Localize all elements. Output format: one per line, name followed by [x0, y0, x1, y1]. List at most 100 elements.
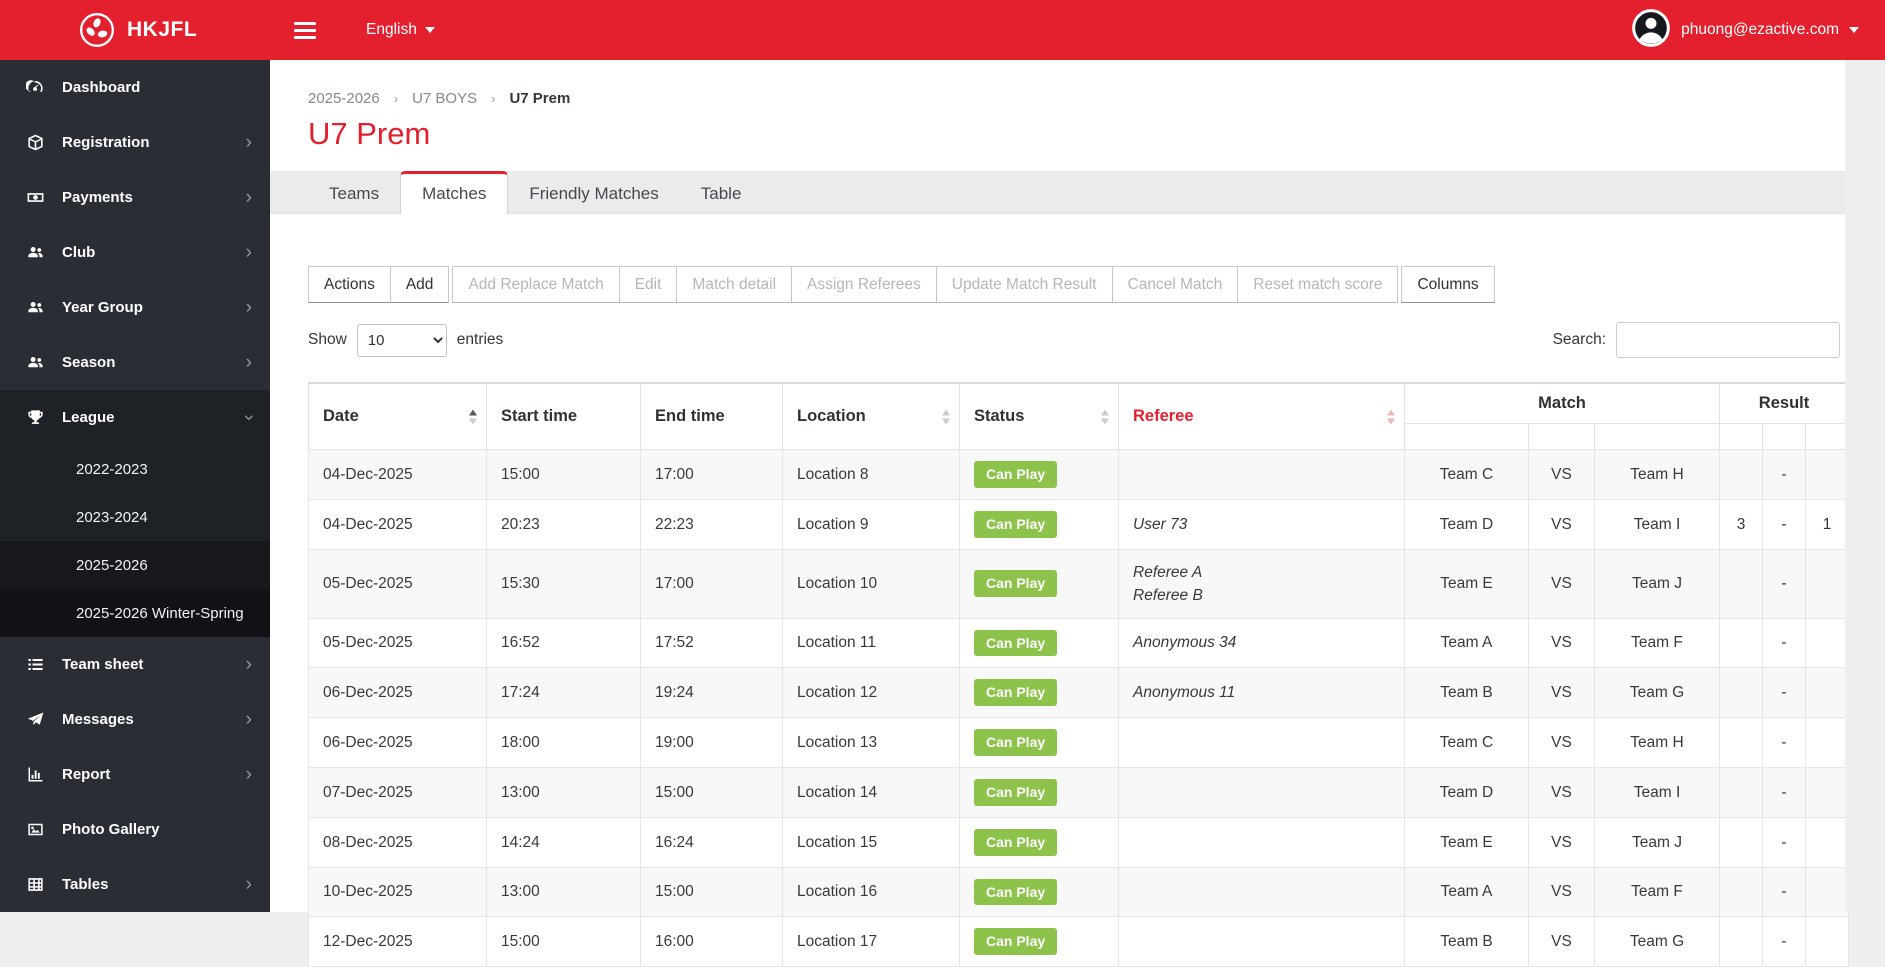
- brand: HKJFL: [0, 11, 270, 49]
- referee-cell: [1118, 866, 1405, 918]
- sidebar-item-messages[interactable]: Messages ›: [0, 692, 270, 747]
- cube-icon: [23, 133, 47, 152]
- sidebar-item-club[interactable]: Club ›: [0, 225, 270, 280]
- referee-cell: User 73: [1118, 498, 1405, 550]
- tab-matches[interactable]: Matches: [400, 171, 509, 214]
- language-selector[interactable]: English: [366, 21, 435, 39]
- result-home-cell: [1719, 548, 1764, 619]
- hamburger-menu-button[interactable]: [290, 16, 320, 45]
- content: Actions Add Add Replace Match Edit Match det…: [270, 214, 1885, 967]
- sidebar-item-year-group[interactable]: Year Group ›: [0, 280, 270, 335]
- sidebar-submenu: 2022-2023 2023-2024 2025-2026 2025-2026 Win…: [0, 445, 270, 637]
- toolbar-button-reset-match-score[interactable]: Reset match score: [1237, 266, 1399, 303]
- sidebar-item-label: Registration: [62, 134, 150, 151]
- sort-desc-icon: [942, 418, 950, 424]
- sidebar-item-payments[interactable]: Payments ›: [0, 170, 270, 225]
- status-badge: Can Play: [974, 828, 1058, 856]
- toolbar-button-actions[interactable]: Actions: [308, 266, 391, 303]
- table-row[interactable]: 10-Dec-2025 13:00 15:00 Location 16 Can Play…: [308, 866, 1850, 918]
- tab-teams[interactable]: Teams: [308, 171, 400, 213]
- sort-desc-icon: [1387, 418, 1395, 424]
- column-header-location[interactable]: Location: [782, 382, 960, 450]
- result-away-cell: [1805, 766, 1850, 818]
- vs-cell: VS: [1528, 449, 1595, 500]
- toolbar-button-assign-referees[interactable]: Assign Referees: [791, 266, 937, 303]
- end-time-cell: 16:00: [640, 916, 783, 967]
- subheader-cell: [1805, 423, 1850, 450]
- breadcrumb-separator: ›: [393, 91, 399, 106]
- table-row[interactable]: 06-Dec-2025 17:24 19:24 Location 12 Can Play…: [308, 667, 1850, 719]
- sidebar-item-registration[interactable]: Registration ›: [0, 115, 270, 170]
- toolbar-button-update-match-result[interactable]: Update Match Result: [935, 266, 1113, 303]
- sidebar-subitem-2023-2024[interactable]: 2023-2024: [0, 493, 270, 541]
- sidebar-item-season[interactable]: Season ›: [0, 335, 270, 390]
- status-badge: Can Play: [974, 629, 1058, 657]
- sidebar-subitem-2022-2023[interactable]: 2022-2023: [0, 445, 270, 493]
- result-away-cell: [1805, 667, 1850, 719]
- toolbar-button-cancel-match[interactable]: Cancel Match: [1111, 266, 1239, 303]
- user-menu[interactable]: phuong@ezactive.com: [1631, 8, 1885, 53]
- sidebar-subitem-2025-2026-winter-spring[interactable]: 2025-2026 Winter-Spring: [0, 589, 270, 637]
- search-input[interactable]: [1616, 322, 1840, 358]
- table-row[interactable]: 05-Dec-2025 16:52 17:52 Location 11 Can Play…: [308, 617, 1850, 669]
- tab-friendly-matches[interactable]: Friendly Matches: [508, 171, 679, 213]
- column-header-label: Date: [323, 407, 359, 425]
- status-cell: Can Play: [959, 449, 1119, 500]
- location-cell: Location 15: [782, 816, 960, 868]
- breadcrumb: 2025-2026 › U7 BOYS › U7 Prem: [308, 90, 1840, 107]
- caret-down-icon: [424, 27, 435, 33]
- table-row[interactable]: 05-Dec-2025 15:30 17:00 Location 10 Can Play…: [308, 548, 1850, 619]
- table-row[interactable]: 04-Dec-2025 15:00 17:00 Location 8 Can Play T…: [308, 449, 1850, 500]
- sidebar-item-photo-gallery[interactable]: Photo Gallery: [0, 802, 270, 857]
- result-home-cell: [1719, 667, 1764, 719]
- status-cell: Can Play: [959, 766, 1119, 818]
- sidebar-item-report[interactable]: Report ›: [0, 747, 270, 802]
- search-control: Search:: [1553, 322, 1840, 358]
- column-header-referee[interactable]: Referee: [1118, 382, 1405, 450]
- referee-name: Referee A: [1133, 563, 1203, 581]
- toolbar-button-match-detail[interactable]: Match detail: [676, 266, 793, 303]
- sidebar-item-team-sheet[interactable]: Team sheet ›: [0, 637, 270, 692]
- toolbar-button-edit[interactable]: Edit: [618, 266, 678, 303]
- breadcrumb-item-current: U7 Prem: [509, 90, 571, 107]
- toolbar-button-columns[interactable]: Columns: [1401, 266, 1495, 303]
- toolbar-button-add[interactable]: Add: [389, 266, 450, 303]
- start-time-cell: 15:00: [486, 916, 641, 967]
- location-cell: Location 17: [782, 916, 960, 967]
- brand-name: HKJFL: [127, 18, 198, 41]
- subheader-cell: [1528, 423, 1595, 450]
- table-row[interactable]: 12-Dec-2025 15:00 16:00 Location 17 Can Play…: [308, 916, 1850, 967]
- table-row[interactable]: 08-Dec-2025 14:24 16:24 Location 15 Can Play…: [308, 816, 1850, 868]
- referee-cell: Referee A Referee B: [1118, 548, 1405, 619]
- sidebar-item-label: Payments: [62, 189, 133, 206]
- page-size-select[interactable]: 10: [356, 323, 447, 357]
- table-row[interactable]: 06-Dec-2025 18:00 19:00 Location 13 Can Play…: [308, 717, 1850, 768]
- result-away-cell: [1805, 449, 1850, 500]
- home-team-cell: Team B: [1404, 667, 1529, 719]
- status-badge: Can Play: [974, 729, 1058, 756]
- table-row[interactable]: 07-Dec-2025 13:00 15:00 Location 14 Can Play…: [308, 766, 1850, 818]
- column-header-status[interactable]: Status: [959, 382, 1119, 450]
- breadcrumb-item-season[interactable]: 2025-2026: [308, 90, 380, 107]
- tab-table[interactable]: Table: [680, 171, 763, 213]
- result-separator-cell: -: [1762, 617, 1807, 669]
- breadcrumb-separator: ›: [491, 91, 496, 106]
- home-team-cell: Team D: [1404, 498, 1529, 550]
- toolbar-button-add-replace-match[interactable]: Add Replace Match: [452, 266, 620, 303]
- breadcrumb-item-yeargroup[interactable]: U7 BOYS: [412, 90, 477, 107]
- sidebar-item-tables[interactable]: Tables ›: [0, 857, 270, 912]
- location-cell: Location 10: [782, 548, 960, 619]
- sidebar-item-league[interactable]: League ›: [0, 390, 270, 445]
- search-label: Search:: [1552, 331, 1606, 348]
- sidebar-item-label: Season: [62, 354, 116, 371]
- sidebar-item-dashboard[interactable]: Dashboard: [0, 60, 270, 115]
- language-label: English: [366, 21, 417, 38]
- table-row[interactable]: 04-Dec-2025 20:23 22:23 Location 9 Can Play U…: [308, 498, 1850, 550]
- result-away-cell: 1: [1805, 498, 1850, 550]
- sort-desc-icon: [469, 418, 477, 424]
- column-header-date[interactable]: Date: [308, 382, 487, 450]
- sidebar-item-label: Report: [62, 766, 111, 783]
- chevron-right-icon: ›: [245, 654, 252, 675]
- sidebar-subitem-2025-2026[interactable]: 2025-2026: [0, 541, 270, 589]
- vs-cell: VS: [1528, 498, 1595, 550]
